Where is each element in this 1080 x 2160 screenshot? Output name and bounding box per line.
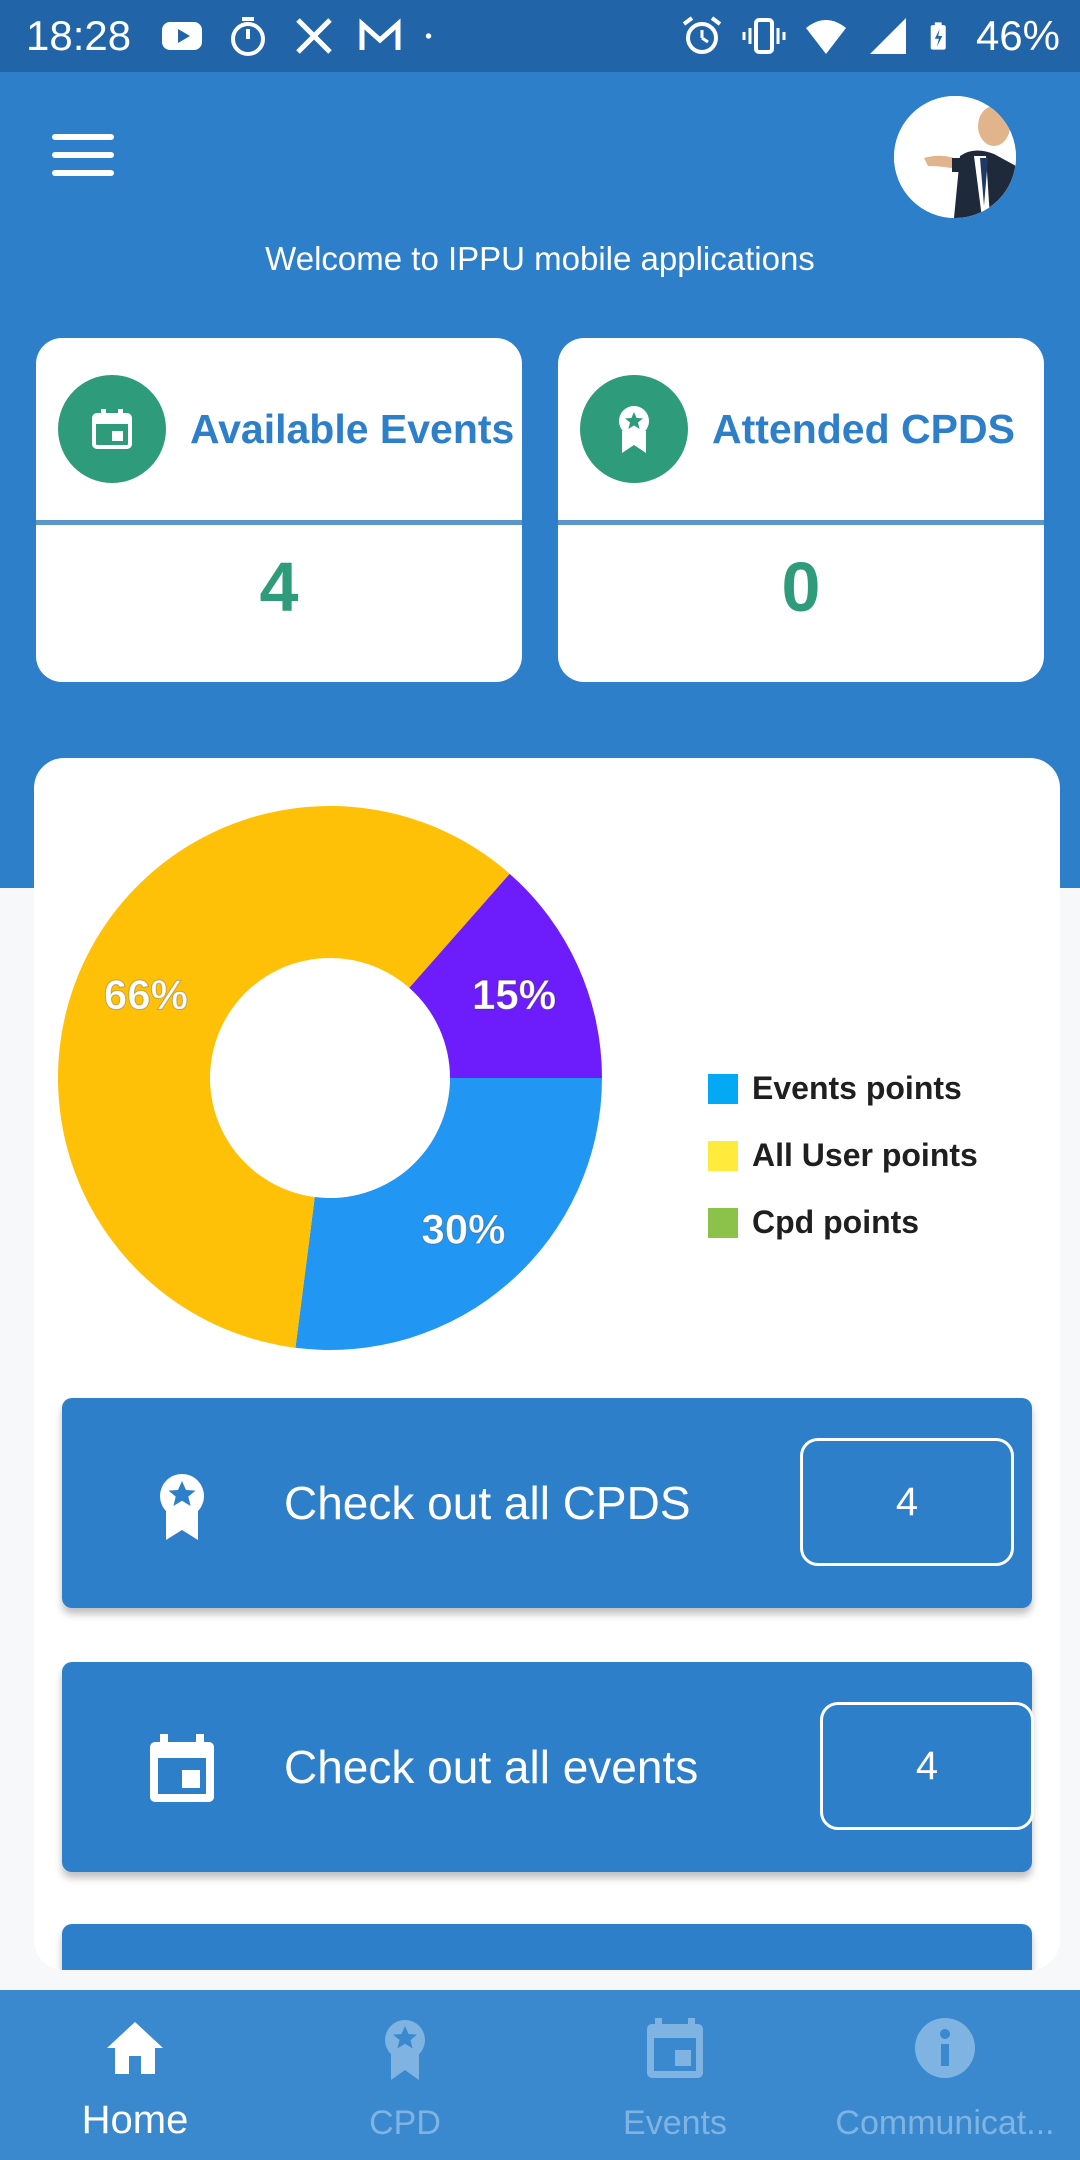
status-time: 18:28 bbox=[26, 12, 132, 59]
slice-label: 66% bbox=[104, 971, 188, 1018]
youtube-icon bbox=[162, 22, 202, 50]
nav-label: Events bbox=[623, 2104, 727, 2142]
award-icon bbox=[580, 375, 688, 483]
alarm-icon bbox=[682, 16, 722, 54]
stat-title: Available Events bbox=[190, 405, 515, 452]
check-events-button[interactable]: Check out all events 4 bbox=[62, 1662, 1034, 1872]
donut-chart: 30% 66% 15% bbox=[58, 806, 602, 1350]
battery-icon bbox=[930, 22, 946, 50]
award-icon bbox=[160, 1474, 204, 1540]
hamburger-menu-icon[interactable] bbox=[52, 134, 114, 178]
stat-value: 0 bbox=[781, 548, 821, 626]
timer-icon bbox=[231, 17, 265, 56]
legend-item: Cpd points bbox=[708, 1204, 978, 1241]
calendar-icon bbox=[150, 1734, 214, 1802]
nav-item-home[interactable]: Home bbox=[0, 1990, 270, 2160]
home-icon bbox=[107, 2022, 163, 2074]
status-bar: 18:28 46% bbox=[0, 0, 1080, 72]
legend-swatch bbox=[708, 1207, 738, 1238]
available-events-card[interactable]: Available Events 4 bbox=[36, 338, 522, 682]
slice-label: 15% bbox=[472, 971, 556, 1018]
profile-avatar[interactable] bbox=[894, 96, 1016, 218]
points-chart: 30% 66% 15% Events points All User points … bbox=[34, 758, 1060, 1378]
nav-label: CPD bbox=[369, 2104, 441, 2142]
slice-label: 30% bbox=[421, 1206, 505, 1253]
nav-item-cpd[interactable]: CPD bbox=[270, 1990, 540, 2160]
nav-item-events[interactable]: Events bbox=[540, 1990, 810, 2160]
legend-item: All User points bbox=[708, 1137, 978, 1174]
award-icon bbox=[385, 2020, 425, 2080]
calendar-icon bbox=[647, 2018, 703, 2078]
attended-cpds-card[interactable]: Attended CPDS 0 bbox=[558, 338, 1044, 682]
legend-label: Events points bbox=[752, 1070, 962, 1106]
info-icon bbox=[915, 2018, 975, 2078]
action-card-partial[interactable] bbox=[62, 1924, 1032, 1970]
stat-value: 4 bbox=[259, 548, 299, 626]
action-count-badge: 4 bbox=[820, 1702, 1034, 1830]
action-count-badge: 4 bbox=[800, 1438, 1014, 1566]
legend-swatch bbox=[708, 1140, 738, 1171]
chart-legend: Events points All User points Cpd points bbox=[708, 1070, 978, 1271]
action-label: Check out all events bbox=[284, 1741, 699, 1793]
welcome-text: Welcome to IPPU mobile applications bbox=[265, 240, 815, 277]
dot-icon bbox=[425, 33, 432, 39]
legend-label: All User points bbox=[752, 1137, 978, 1173]
legend-label: Cpd points bbox=[752, 1204, 920, 1240]
nav-label: Communicat... bbox=[835, 2104, 1055, 2142]
x-icon bbox=[296, 18, 332, 54]
vibrate-icon bbox=[742, 18, 786, 54]
wifi-icon bbox=[805, 20, 846, 54]
calendar-icon bbox=[58, 375, 166, 483]
battery-percent: 46% bbox=[975, 12, 1060, 59]
bottom-navigation: Home CPD Events Communicat... bbox=[0, 1990, 1080, 2160]
check-cpds-button[interactable]: Check out all CPDS 4 bbox=[62, 1398, 1032, 1608]
legend-item: Events points bbox=[708, 1070, 978, 1107]
signal-icon bbox=[869, 18, 906, 54]
main-content-card: 30% 66% 15% Events points All User points … bbox=[34, 758, 1060, 1970]
nav-item-communication[interactable]: Communicat... bbox=[810, 1990, 1080, 2160]
stat-title: Attended CPDS bbox=[712, 405, 1015, 452]
legend-swatch bbox=[708, 1073, 738, 1104]
gmail-icon bbox=[359, 18, 401, 50]
nav-label: Home bbox=[81, 2098, 189, 2142]
action-label: Check out all CPDS bbox=[284, 1477, 691, 1529]
